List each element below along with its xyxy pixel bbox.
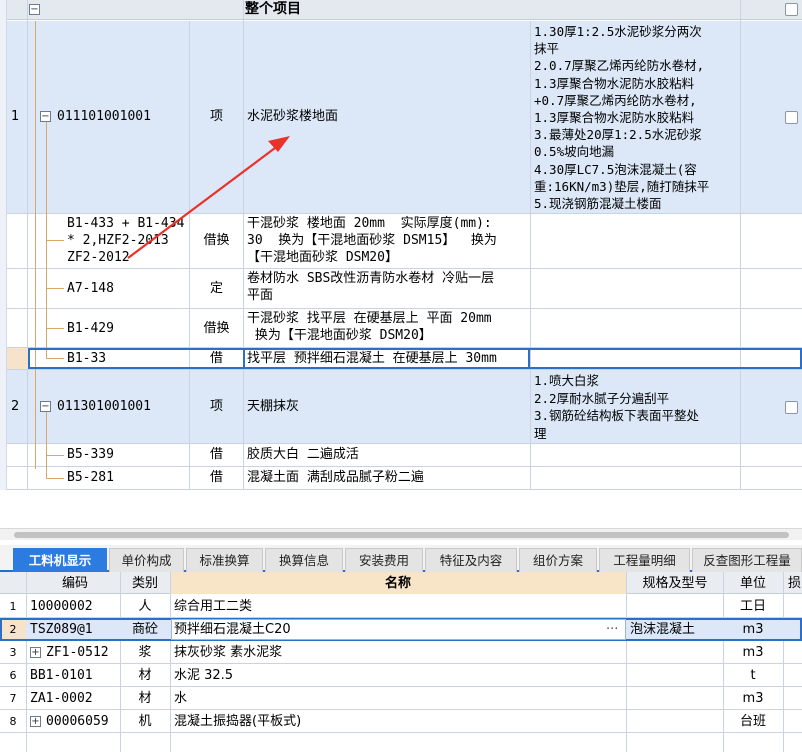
tab-features[interactable]: 特征及内容 <box>425 548 517 572</box>
resource-name[interactable]: 混凝土振捣器(平板式) <box>174 710 624 733</box>
resource-unit[interactable]: t <box>724 664 782 687</box>
resource-code[interactable]: ZA1-0002 <box>30 687 120 710</box>
resource-name[interactable]: 综合用工二类 <box>174 595 624 618</box>
row-index: 1 <box>9 600 17 613</box>
resource-unit[interactable]: m3 <box>724 618 782 641</box>
resource-spec[interactable] <box>630 664 723 687</box>
resource-name[interactable]: 预拌细石混凝土C20 <box>174 618 594 641</box>
resource-name[interactable]: 水 <box>174 687 624 710</box>
column-header-code[interactable]: 编码 <box>30 575 120 592</box>
tab-material-machine[interactable]: 工料机显示 <box>13 548 107 572</box>
row-index: 8 <box>9 715 17 728</box>
row-index: 2 <box>9 623 17 636</box>
resource-code[interactable]: ZF1-0512 <box>46 641 120 664</box>
quota-grid: − 整个项目 1 − 011101001001 项 水泥砂浆楼地面 1.30厚1… <box>0 0 802 490</box>
expand-icon[interactable]: + <box>30 647 41 658</box>
resource-spec[interactable] <box>630 710 723 733</box>
column-header-extra[interactable]: 损 <box>788 575 802 592</box>
resource-category[interactable]: 浆 <box>120 641 170 664</box>
resource-category[interactable]: 材 <box>120 664 170 687</box>
tab-install-fee[interactable]: 安装费用 <box>345 548 423 572</box>
resource-code[interactable]: BB1-0101 <box>30 664 120 687</box>
resource-code[interactable]: TSZ089@1 <box>30 618 120 641</box>
resource-code[interactable]: 10000002 <box>30 595 120 618</box>
column-header-spec[interactable]: 规格及型号 <box>627 575 723 592</box>
resource-category[interactable]: 商砼 <box>120 618 170 641</box>
row-index: 3 <box>9 646 17 659</box>
resource-category[interactable]: 材 <box>120 687 170 710</box>
resource-spec[interactable]: 泡沫混凝土 <box>630 618 723 641</box>
expand-icon[interactable]: + <box>30 716 41 727</box>
more-icon[interactable]: ··· <box>606 618 624 641</box>
column-header-name[interactable]: 名称 <box>170 575 626 592</box>
tab-conversion-info[interactable]: 换算信息 <box>265 548 343 572</box>
resource-unit[interactable]: 台班 <box>724 710 782 733</box>
resource-category[interactable]: 机 <box>120 710 170 733</box>
tab-pricing-scheme[interactable]: 组价方案 <box>519 548 597 572</box>
annotation-arrow <box>127 136 290 259</box>
tab-standard-conversion[interactable]: 标准换算 <box>186 548 263 572</box>
column-header-unit[interactable]: 单位 <box>724 575 782 592</box>
column-header-category[interactable]: 类别 <box>120 575 170 592</box>
tab-unit-price[interactable]: 单价构成 <box>109 548 184 572</box>
resource-name[interactable]: 水泥 32.5 <box>174 664 624 687</box>
resource-unit[interactable]: 工日 <box>724 595 782 618</box>
resource-unit[interactable]: m3 <box>724 687 782 710</box>
resource-spec[interactable] <box>630 595 723 618</box>
resource-category[interactable]: 人 <box>120 595 170 618</box>
resource-code[interactable]: 00006059 <box>46 710 120 733</box>
resource-table: 编码 类别 名称 规格及型号 单位 损 1 10000002 人 综合用工二类 … <box>0 572 802 752</box>
resource-unit[interactable]: m3 <box>724 641 782 664</box>
row-index: 7 <box>9 692 17 705</box>
tab-quantity-detail[interactable]: 工程量明细 <box>599 548 690 572</box>
resource-spec[interactable] <box>630 641 723 664</box>
detail-tab-bar: 工料机显示 单价构成 标准换算 换算信息 安装费用 特征及内容 组价方案 工程量… <box>0 545 802 572</box>
tab-reverse-lookup[interactable]: 反查图形工程量 <box>692 548 802 572</box>
resource-spec[interactable] <box>630 687 723 710</box>
row-index: 6 <box>9 669 17 682</box>
resource-name[interactable]: 抹灰砂浆 素水泥浆 <box>174 641 624 664</box>
scrollbar-thumb[interactable] <box>14 532 789 538</box>
horizontal-scrollbar[interactable] <box>0 528 802 540</box>
